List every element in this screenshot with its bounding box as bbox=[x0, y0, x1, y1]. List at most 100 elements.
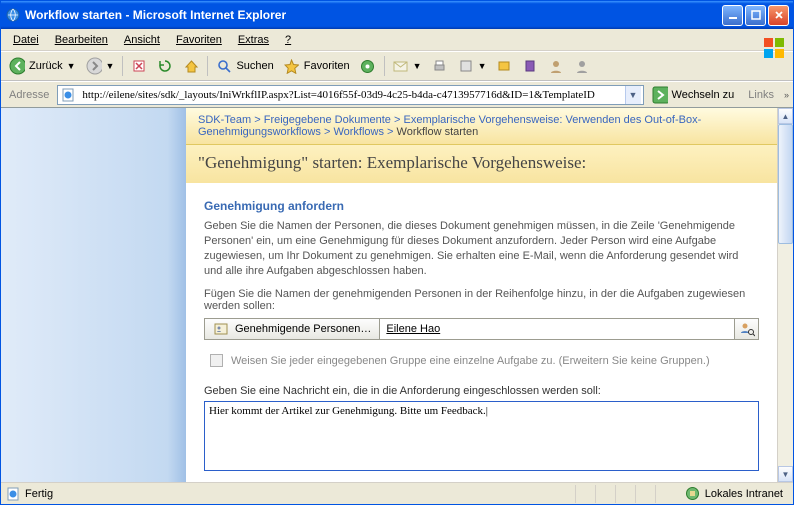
chevron-down-icon: ▼ bbox=[413, 61, 422, 71]
menu-favorites[interactable]: Favoriten bbox=[168, 32, 230, 48]
help-text: Geben Sie die Namen der Personen, die di… bbox=[204, 219, 759, 278]
ie-icon bbox=[5, 7, 21, 23]
chevron-down-icon: ▼ bbox=[67, 61, 76, 71]
forward-button[interactable]: ▼ bbox=[82, 55, 119, 77]
scroll-thumb[interactable] bbox=[778, 124, 793, 244]
security-zone: Lokales Intranet bbox=[679, 485, 789, 503]
chevron-down-icon: ▼ bbox=[478, 61, 487, 71]
intranet-icon bbox=[685, 486, 701, 502]
back-icon bbox=[9, 58, 25, 74]
home-button[interactable] bbox=[179, 55, 203, 77]
separator bbox=[384, 56, 385, 76]
go-icon bbox=[652, 87, 668, 103]
person-icon bbox=[574, 58, 590, 74]
menu-view[interactable]: Ansicht bbox=[116, 32, 168, 48]
expand-groups-checkbox[interactable] bbox=[210, 354, 223, 367]
favorites-button[interactable]: Favoriten bbox=[280, 55, 354, 77]
address-label: Adresse bbox=[5, 89, 53, 101]
titlebar[interactable]: Workflow starten - Microsoft Internet Ex… bbox=[1, 1, 793, 29]
back-label: Zurück bbox=[29, 60, 63, 72]
message-textarea[interactable] bbox=[204, 401, 759, 471]
menu-extras[interactable]: Extras bbox=[230, 32, 277, 48]
status-panes bbox=[575, 485, 675, 503]
separator bbox=[207, 56, 208, 76]
scroll-track[interactable] bbox=[778, 244, 793, 466]
search-button[interactable]: Suchen bbox=[212, 55, 277, 77]
messenger2-button[interactable] bbox=[570, 55, 594, 77]
refresh-icon bbox=[157, 58, 173, 74]
status-text: Fertig bbox=[25, 488, 53, 500]
favorites-label: Favoriten bbox=[304, 60, 350, 72]
chevron-down-icon: ▼ bbox=[106, 61, 115, 71]
zone-label: Lokales Intranet bbox=[705, 488, 783, 500]
links-label[interactable]: Links bbox=[742, 89, 780, 101]
stop-icon bbox=[131, 58, 147, 74]
scrollbar[interactable]: ▲ ▼ bbox=[777, 108, 793, 482]
section-title: Genehmigung anfordern bbox=[204, 199, 759, 213]
sidebar bbox=[1, 108, 186, 482]
window-title: Workflow starten - Microsoft Internet Ex… bbox=[25, 8, 722, 22]
edit-icon bbox=[458, 58, 474, 74]
toolbar: Zurück ▼ ▼ Suchen Favoriten ▼ ▼ bbox=[1, 51, 793, 81]
menu-file[interactable]: Datei bbox=[5, 32, 47, 48]
address-field[interactable]: ▼ bbox=[57, 85, 643, 105]
page-icon bbox=[5, 486, 21, 502]
discuss-button[interactable] bbox=[492, 55, 516, 77]
close-button[interactable] bbox=[768, 5, 789, 26]
search-label: Suchen bbox=[236, 60, 273, 72]
statusbar: Fertig Lokales Intranet bbox=[1, 482, 793, 504]
person-icon bbox=[548, 58, 564, 74]
page-title: "Genehmigung" starten: Exemplarische Vor… bbox=[186, 145, 777, 183]
address-dropdown[interactable]: ▼ bbox=[625, 86, 641, 104]
people-row: Genehmigende Personen… Eilene Hao bbox=[204, 318, 759, 340]
scroll-up-button[interactable]: ▲ bbox=[778, 108, 793, 124]
mail-button[interactable]: ▼ bbox=[389, 55, 426, 77]
maximize-button[interactable] bbox=[745, 5, 766, 26]
print-button[interactable] bbox=[428, 55, 452, 77]
chevron-right-icon[interactable]: » bbox=[784, 90, 789, 100]
content-area: SDK-Team > Freigegebene Dokumente > Exem… bbox=[1, 107, 793, 482]
checkbox-label: Weisen Sie jeder eingegebenen Gruppe ein… bbox=[231, 355, 710, 367]
page-icon bbox=[60, 87, 76, 103]
hint-text: Fügen Sie die Namen der genehmigenden Pe… bbox=[204, 288, 759, 312]
scroll-down-button[interactable]: ▼ bbox=[778, 466, 793, 482]
menu-help[interactable]: ? bbox=[277, 32, 299, 48]
research-button[interactable] bbox=[518, 55, 542, 77]
breadcrumb-link[interactable]: SDK-Team bbox=[198, 114, 251, 126]
back-button[interactable]: Zurück ▼ bbox=[5, 55, 80, 77]
messenger-button[interactable] bbox=[544, 55, 568, 77]
address-input[interactable] bbox=[80, 88, 620, 102]
page: SDK-Team > Freigegebene Dokumente > Exem… bbox=[186, 108, 777, 482]
search-icon bbox=[216, 58, 232, 74]
print-icon bbox=[432, 58, 448, 74]
breadcrumb-link[interactable]: Workflows bbox=[333, 126, 384, 138]
home-icon bbox=[183, 58, 199, 74]
book-icon bbox=[522, 58, 538, 74]
chevron-down-icon: ▼ bbox=[629, 90, 638, 100]
person-search-icon bbox=[739, 321, 755, 337]
refresh-button[interactable] bbox=[153, 55, 177, 77]
minimize-button[interactable] bbox=[722, 5, 743, 26]
media-button[interactable] bbox=[356, 55, 380, 77]
people-input[interactable]: Eilene Hao bbox=[380, 318, 735, 340]
checkbox-row: Weisen Sie jeder eingegebenen Gruppe ein… bbox=[204, 354, 759, 367]
star-icon bbox=[284, 58, 300, 74]
breadcrumb: SDK-Team > Freigegebene Dokumente > Exem… bbox=[186, 108, 777, 145]
people-lookup-button[interactable] bbox=[735, 318, 759, 340]
go-label: Wechseln zu bbox=[672, 89, 735, 101]
addressbook-icon bbox=[213, 321, 229, 337]
people-picker-button[interactable]: Genehmigende Personen… bbox=[204, 318, 380, 340]
window-buttons bbox=[722, 5, 789, 26]
addressbar: Adresse ▼ Wechseln zu Links » bbox=[1, 81, 793, 107]
separator bbox=[122, 56, 123, 76]
breadcrumb-link[interactable]: Freigegebene Dokumente bbox=[264, 114, 391, 126]
menu-edit[interactable]: Bearbeiten bbox=[47, 32, 116, 48]
browser-window: Workflow starten - Microsoft Internet Ex… bbox=[0, 0, 794, 505]
stop-button[interactable] bbox=[127, 55, 151, 77]
go-button[interactable]: Wechseln zu bbox=[648, 87, 739, 103]
message-label: Geben Sie eine Nachricht ein, die in die… bbox=[204, 385, 759, 397]
form-body: Genehmigung anfordern Geben Sie die Name… bbox=[186, 183, 777, 482]
edit-button[interactable]: ▼ bbox=[454, 55, 491, 77]
menubar: Datei Bearbeiten Ansicht Favoriten Extra… bbox=[1, 29, 793, 51]
mail-icon bbox=[393, 58, 409, 74]
